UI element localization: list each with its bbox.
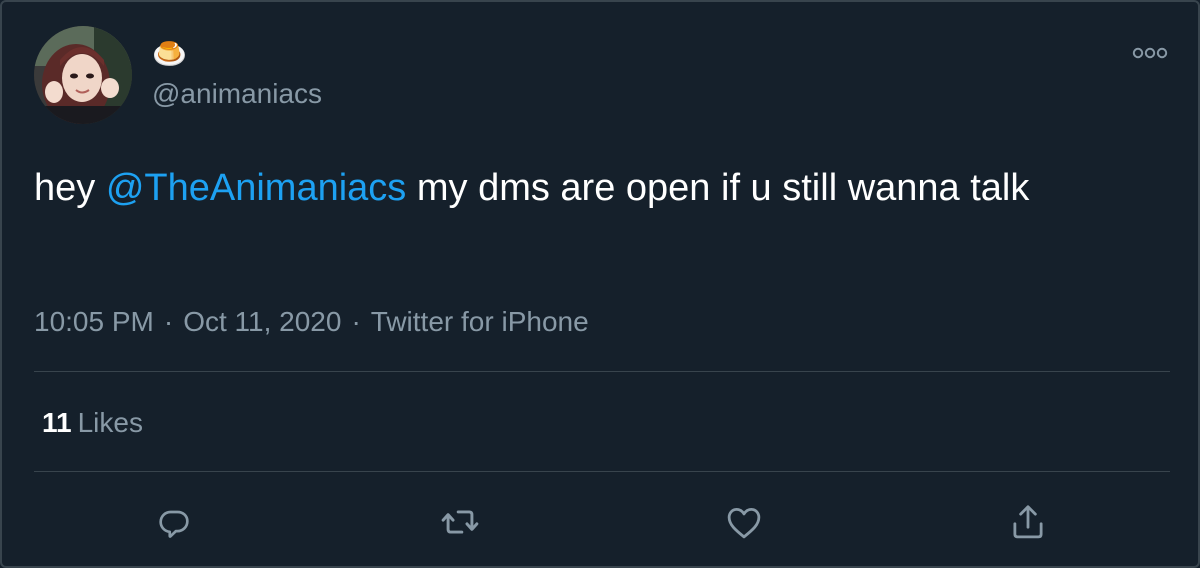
tweet-card: 🍮 @animaniacs hey @TheAnimaniacs my dms … bbox=[0, 0, 1200, 568]
meta-separator: · bbox=[351, 306, 361, 337]
likes-count: 11 bbox=[42, 407, 72, 438]
user-handle[interactable]: @animaniacs bbox=[152, 78, 322, 110]
reply-icon bbox=[159, 510, 189, 538]
avatar-image bbox=[34, 26, 132, 124]
retweet-icon bbox=[441, 510, 479, 534]
tweet-text-end: my dms are open if u still wanna talk bbox=[406, 167, 1030, 209]
meta-separator: · bbox=[163, 306, 174, 337]
display-name[interactable]: 🍮 bbox=[152, 38, 187, 70]
likes-label: Likes bbox=[77, 407, 143, 438]
tweet-text: hey @TheAnimaniacs my dms are open if u … bbox=[34, 160, 1154, 216]
mention-link[interactable]: @TheAnimaniacs bbox=[106, 167, 406, 209]
heart-icon bbox=[727, 508, 761, 539]
tweet-time[interactable]: 10:05 PM bbox=[34, 306, 154, 337]
tweet-text-start: hey bbox=[34, 167, 106, 209]
more-icon bbox=[1132, 47, 1168, 59]
more-options-button[interactable] bbox=[1130, 40, 1170, 66]
tweet-meta: 10:05 PM · Oct 11, 2020 · Twitter for iPhone bbox=[34, 304, 589, 340]
tweet-date[interactable]: Oct 11, 2020 bbox=[183, 306, 341, 337]
share-button[interactable] bbox=[1006, 500, 1050, 544]
avatar[interactable] bbox=[34, 26, 132, 124]
like-button[interactable] bbox=[722, 500, 766, 544]
divider bbox=[34, 371, 1170, 372]
retweet-button[interactable] bbox=[438, 500, 482, 544]
likes-stat[interactable]: 11 Likes bbox=[42, 405, 143, 441]
divider bbox=[34, 471, 1170, 472]
tweet-source[interactable]: Twitter for iPhone bbox=[371, 306, 589, 337]
share-icon bbox=[1013, 505, 1043, 539]
reply-button[interactable] bbox=[152, 500, 196, 544]
